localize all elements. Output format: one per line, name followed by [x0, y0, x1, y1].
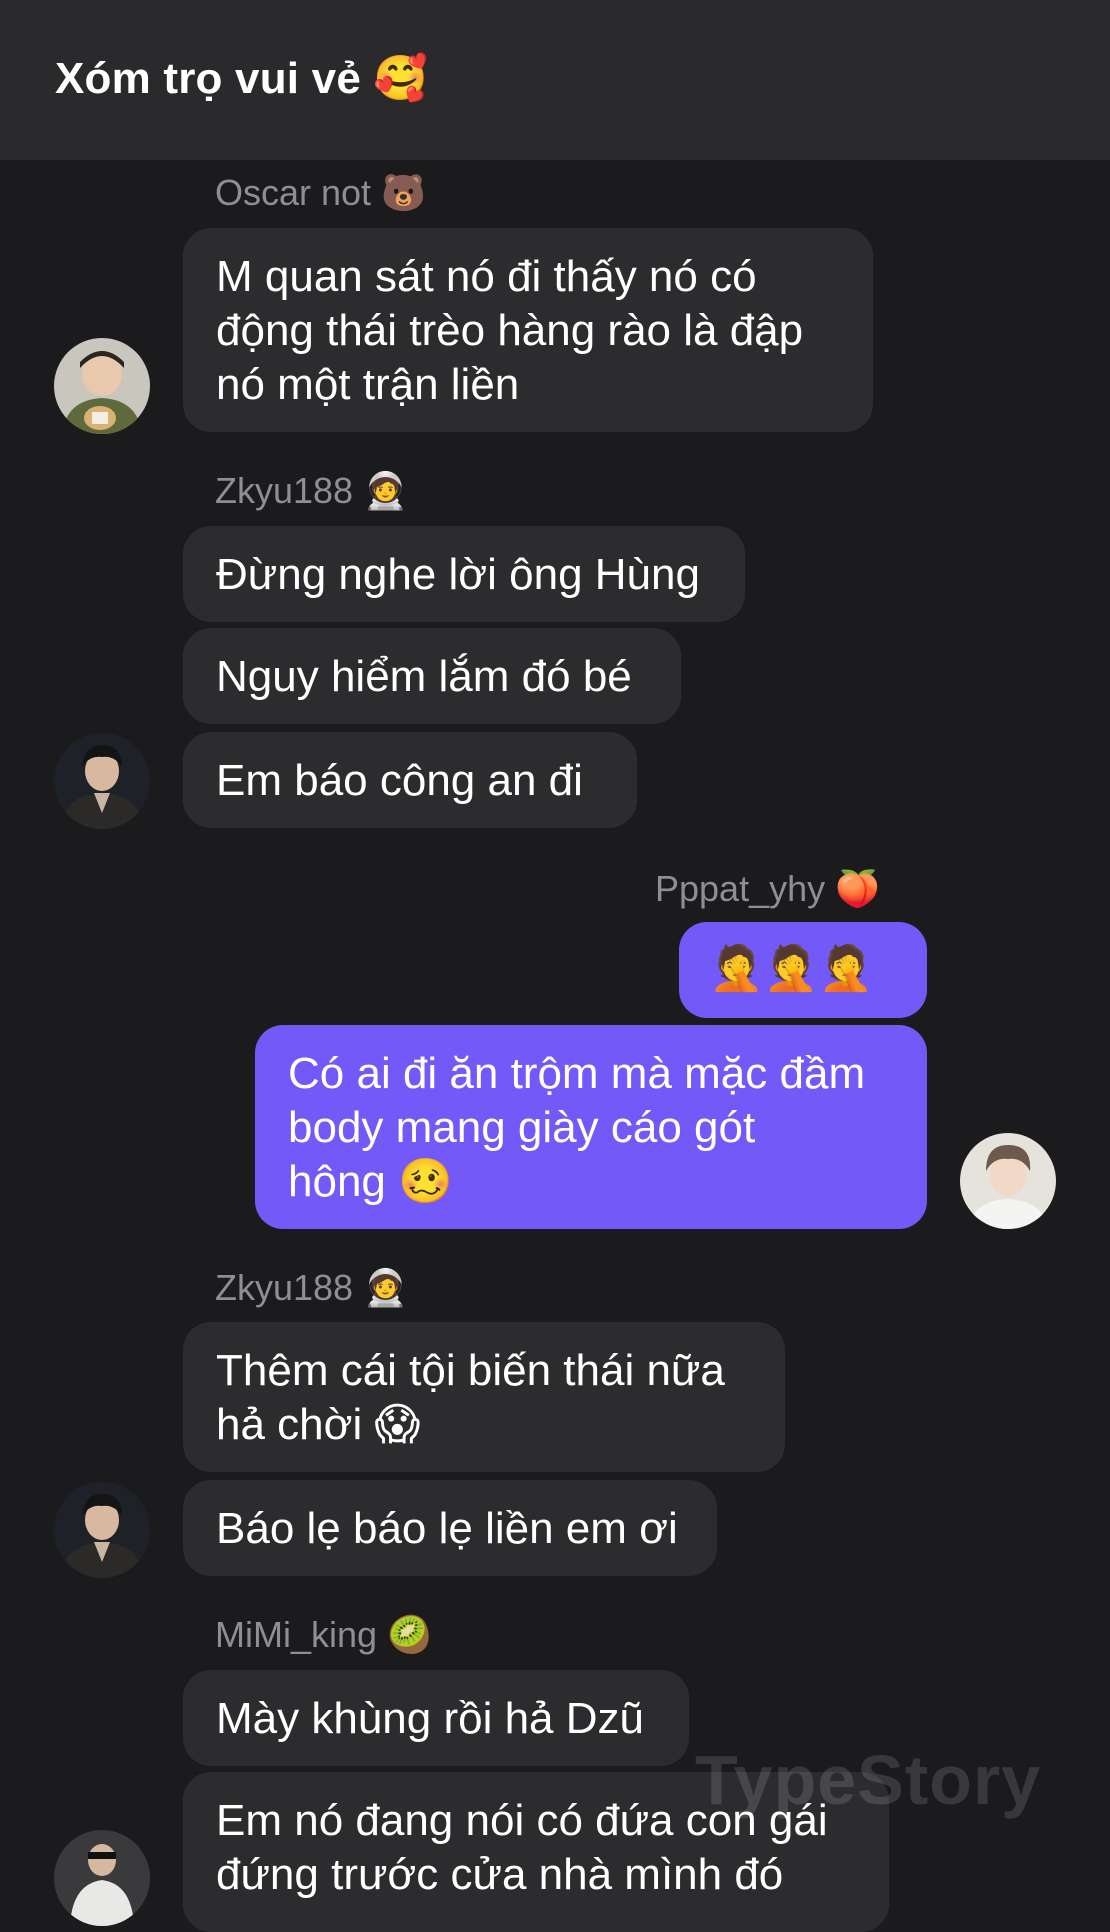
message-bubble[interactable]: Em báo công an đi — [183, 732, 637, 828]
sender-name: Oscar not 🐻 — [215, 172, 426, 213]
message-bubble[interactable]: Nguy hiểm lắm đó bé — [183, 628, 681, 724]
avatar-zkyu[interactable] — [54, 1482, 150, 1578]
avatar-pppat[interactable] — [960, 1133, 1056, 1229]
sender-name: Pppat_yhy 🍑 — [655, 868, 880, 909]
chat-header: Xóm trọ vui vẻ 🥰 — [0, 0, 1110, 160]
avatar-mimi[interactable] — [54, 1830, 150, 1926]
chat-title[interactable]: Xóm trọ vui vẻ 🥰 — [55, 52, 428, 104]
sender-name: Zkyu188 🧑‍🚀 — [215, 1267, 408, 1308]
avatar-oscar[interactable] — [54, 338, 150, 434]
message-bubble-me[interactable]: Có ai đi ăn trộm mà mặc đầm body mang gi… — [255, 1025, 927, 1229]
sender-name: Zkyu188 🧑‍🚀 — [215, 470, 408, 511]
message-bubble[interactable]: Mày khùng rồi hả Dzũ — [183, 1670, 689, 1766]
sender-name: MiMi_king 🥝 — [215, 1614, 432, 1655]
message-bubble[interactable]: M quan sát nó đi thấy nó có động thái tr… — [183, 228, 873, 432]
message-bubble-me[interactable]: 🤦🤦🤦 — [679, 922, 927, 1018]
message-bubble[interactable]: Báo lẹ báo lẹ liền em ơi — [183, 1480, 717, 1576]
message-bubble[interactable]: Thêm cái tội biến thái nữa hả chời 😱 — [183, 1322, 785, 1472]
avatar-zkyu[interactable] — [54, 733, 150, 829]
watermark: TypeStory — [695, 1741, 1042, 1819]
message-bubble[interactable]: Đừng nghe lời ông Hùng — [183, 526, 745, 622]
